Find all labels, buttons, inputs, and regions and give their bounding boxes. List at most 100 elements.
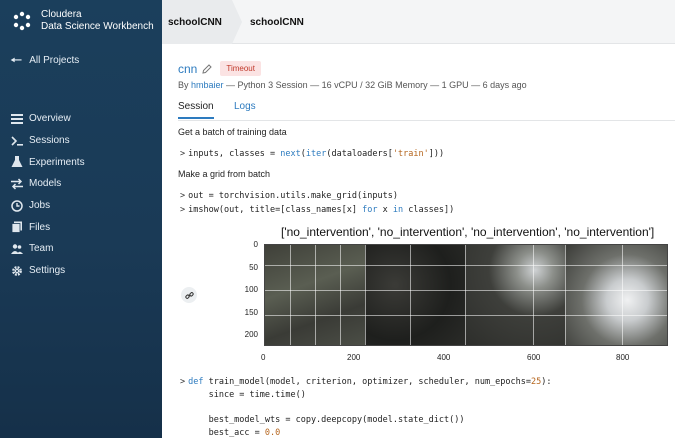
session-title-row: cnn Timeout [178,61,261,76]
edit-icon[interactable] [202,63,213,74]
meta-details: — Python 3 Session — 16 vCPU / 32 GiB Me… [223,80,527,90]
sidebar-item-label: Experiments [29,156,85,168]
markdown-text: Get a batch of training data [178,127,287,137]
sidebar-item-jobs[interactable]: Jobs [10,195,85,217]
code-segment: 25 [531,377,542,387]
code-segment: x [377,205,393,215]
code-segment: ])) [428,149,445,159]
satellite-tile [565,245,667,345]
grid-line [410,245,411,345]
sidebar-item-models[interactable]: Models [10,173,85,195]
brand-text: Cloudera Data Science Workbench [41,9,154,33]
y-tick-label: 100 [244,285,258,294]
markdown-text: Make a grid from batch [178,169,271,179]
grid-line [265,265,667,266]
code-segment: imshow(out, title=[class_names[x] [188,205,363,215]
x-tick-label: 400 [437,353,451,362]
breadcrumb-current[interactable]: schoolCNN [250,0,304,44]
y-tick-label: 150 [244,308,258,317]
status-badge: Timeout [220,61,261,76]
code-segment: next [280,149,301,159]
code-segment: out = torchvision.utils.make_grid(inputs… [188,191,398,201]
sidebar-item-settings[interactable]: Settings [10,260,85,282]
code-line: > best_acc = 0.0 [180,428,281,438]
grid-line [465,245,466,345]
code-segment: 'train' [392,149,429,159]
sidebar-item-label: Settings [29,265,66,277]
code-segment: best_model_wts = copy.deepcopy(model.sta… [188,415,465,425]
breadcrumb-project[interactable]: schoolCNN [162,0,232,44]
flask-icon [10,156,23,169]
clock-icon [10,199,23,212]
satellite-tile [365,245,465,345]
arrow-left-icon: 🠔 [10,52,23,68]
grid-line [565,245,566,345]
grid-line [365,245,366,345]
sidebar-item-label: Files [29,221,51,233]
y-tick-label: 200 [244,330,258,339]
link-icon[interactable] [181,287,197,303]
code-segment: iter [305,149,327,159]
figure-title: ['no_intervention', 'no_intervention', '… [281,225,655,239]
meta-user-link[interactable]: hmbaier [191,80,224,90]
grid-line [622,245,623,345]
sidebar-item-files[interactable]: Files [10,216,85,238]
prompt-icon: > [180,377,186,387]
y-tick-label: 50 [249,263,258,272]
session-tabs: Session Logs [178,99,675,121]
code-segment: def [188,377,204,387]
sidebar-item-team[interactable]: Team [10,238,85,260]
grid-line [315,245,316,345]
image-grid-output [264,244,668,346]
x-tick-label: 800 [616,353,630,362]
cloudera-logo-icon [11,10,33,32]
grid-line [290,245,291,345]
breadcrumb-separator [232,0,242,44]
sidebar-item-sessions[interactable]: Sessions [10,130,85,152]
brand-line1: Cloudera [41,9,82,20]
satellite-tile [465,245,565,345]
sidebar-item-label: Team [29,243,54,255]
session-meta: By hmbaier — Python 3 Session — 16 vCPU … [178,80,527,90]
tab-logs[interactable]: Logs [234,101,256,112]
code-line: > out = torchvision.utils.make_grid(input… [180,191,398,201]
code-segment: train_model(model, criterion, optimizer,… [203,377,531,387]
code-line: > inputs, classes = next(iter(dataloaders… [180,149,444,159]
code-segment: best_acc = [188,428,265,438]
prompt-icon: > [180,149,186,159]
x-tick-label: 600 [527,353,541,362]
code-line: > best_model_wts = copy.deepcopy(model.s… [180,415,465,425]
brand[interactable]: Cloudera Data Science Workbench [11,9,154,33]
gear-icon [10,264,23,277]
app-window: Cloudera Data Science Workbench 🠔 All Pr… [0,0,675,438]
code-segment: since = time.time() [188,390,306,400]
code-line: > since = time.time() [180,390,306,400]
tab-session[interactable]: Session [178,101,214,119]
prompt-icon: > [180,191,186,201]
x-tick-label: 200 [347,353,361,362]
code-segment: (dataloaders[ [326,149,393,159]
code-segment: for [362,205,378,215]
code-segment: 0.0 [264,428,281,438]
sidebar-item-label: Overview [29,113,71,125]
code-segment: inputs, classes = [188,149,281,159]
code-segment: in [392,205,404,215]
sidebar-item-label: Sessions [29,135,70,147]
all-projects-link[interactable]: 🠔 All Projects [10,53,79,67]
arrows-icon [10,177,23,190]
brand-line2: Data Science Workbench [41,21,154,32]
sidebar-nav: Overview Sessions Experiments Models Job… [10,108,85,282]
code-segment: classes]) [403,205,455,215]
grid-line [533,245,534,345]
sidebar-item-overview[interactable]: Overview [10,108,85,130]
grid-line [265,315,667,316]
grid-line [265,290,667,291]
header-bar: schoolCNN schoolCNN [162,0,675,44]
sidebar-item-label: Models [29,178,62,190]
session-title[interactable]: cnn [178,62,197,76]
team-icon [10,242,23,255]
list-icon [10,112,23,125]
sidebar-item-experiments[interactable]: Experiments [10,151,85,173]
code-line: > imshow(out, title=[class_names[x] for x… [180,205,454,215]
code-segment: ): [541,377,552,387]
